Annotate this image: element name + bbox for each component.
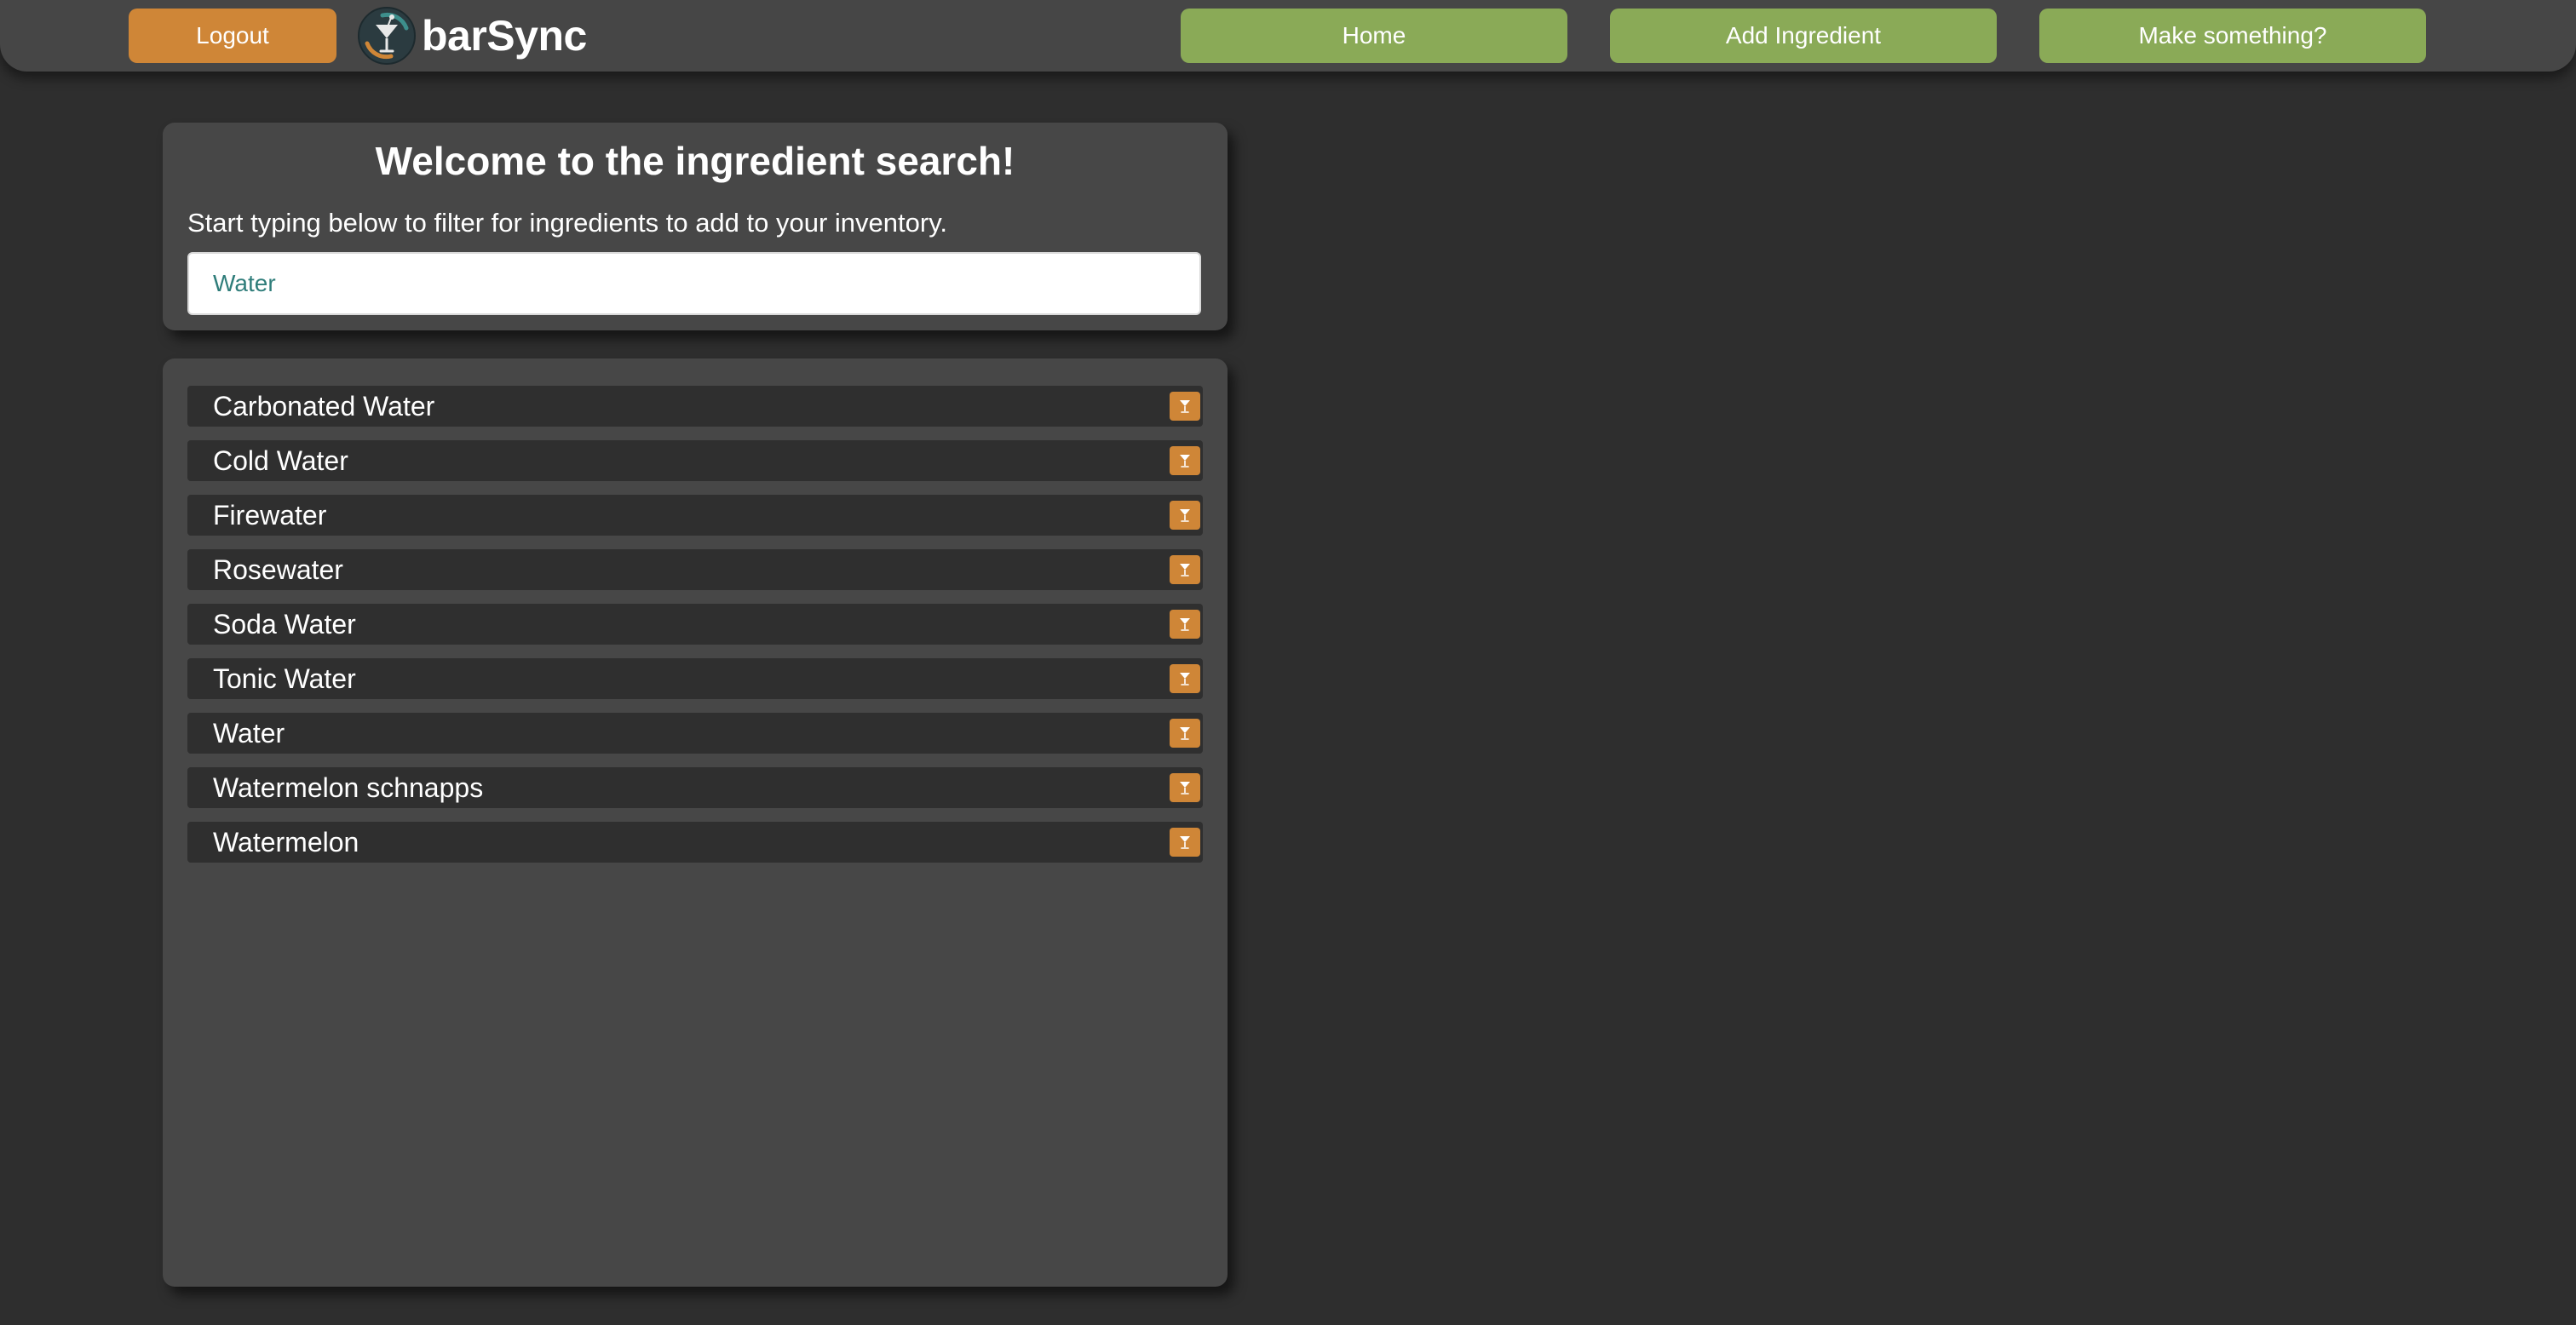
brand-name: barSync: [422, 12, 587, 60]
ingredient-row: Tonic Water: [187, 658, 1203, 699]
cocktail-glass-icon: [1180, 782, 1190, 794]
add-ingredient-button[interactable]: [1170, 555, 1200, 584]
add-ingredient-button[interactable]: [1170, 773, 1200, 802]
ingredient-name: Firewater: [213, 500, 327, 531]
cocktail-glass-icon: [1180, 727, 1190, 740]
ingredient-results-list: Carbonated Water Cold Water Firewater Ro…: [187, 386, 1203, 876]
ingredient-row: Rosewater: [187, 549, 1203, 590]
add-ingredient-button[interactable]: [1170, 719, 1200, 748]
logout-button[interactable]: Logout: [129, 9, 336, 63]
top-navbar: Logout barSync Home Add Ingredient Make …: [0, 0, 2576, 72]
add-ingredient-button[interactable]: [1170, 610, 1200, 639]
cocktail-glass-icon: [1180, 673, 1190, 685]
ingredient-row: Watermelon: [187, 822, 1203, 863]
cocktail-glass-icon: [1180, 455, 1190, 467]
ingredient-row: Carbonated Water: [187, 386, 1203, 427]
ingredient-name: Tonic Water: [213, 663, 356, 694]
ingredient-name: Carbonated Water: [213, 391, 435, 422]
cocktail-glass-icon: [1180, 836, 1190, 849]
brand[interactable]: barSync: [357, 5, 587, 66]
ingredient-name: Cold Water: [213, 445, 348, 476]
add-ingredient-button[interactable]: [1170, 828, 1200, 857]
ingredient-name: Rosewater: [213, 554, 343, 585]
cocktail-glass-icon: [1180, 400, 1190, 413]
ingredient-row: Cold Water: [187, 440, 1203, 481]
cocktail-glass-icon: [1180, 564, 1190, 576]
nav-add-ingredient-button[interactable]: Add Ingredient: [1610, 9, 1997, 63]
ingredient-name: Soda Water: [213, 609, 356, 640]
ingredient-name: Water: [213, 718, 285, 749]
add-ingredient-button[interactable]: [1170, 664, 1200, 693]
page-title: Welcome to the ingredient search!: [375, 139, 1015, 183]
nav-make-something-button[interactable]: Make something?: [2039, 9, 2426, 63]
ingredient-name: Watermelon schnapps: [213, 772, 484, 803]
results-panel: Carbonated Water Cold Water Firewater Ro…: [163, 358, 1228, 1287]
cocktail-glass-icon: [1180, 618, 1190, 631]
add-ingredient-button[interactable]: [1170, 501, 1200, 530]
ingredient-row: Watermelon schnapps: [187, 767, 1203, 808]
search-panel: Welcome to the ingredient search! Start …: [163, 123, 1228, 330]
ingredient-row: Soda Water: [187, 604, 1203, 645]
ingredient-row: Firewater: [187, 495, 1203, 536]
cocktail-glass-icon: [1180, 509, 1190, 522]
search-instructions: Start typing below to filter for ingredi…: [187, 208, 948, 238]
ingredient-row: Water: [187, 713, 1203, 754]
ingredient-name: Watermelon: [213, 827, 359, 858]
ingredient-search-input[interactable]: [187, 252, 1201, 315]
nav-home-button[interactable]: Home: [1181, 9, 1567, 63]
add-ingredient-button[interactable]: [1170, 392, 1200, 421]
add-ingredient-button[interactable]: [1170, 446, 1200, 475]
cocktail-logo-icon: [358, 7, 416, 65]
